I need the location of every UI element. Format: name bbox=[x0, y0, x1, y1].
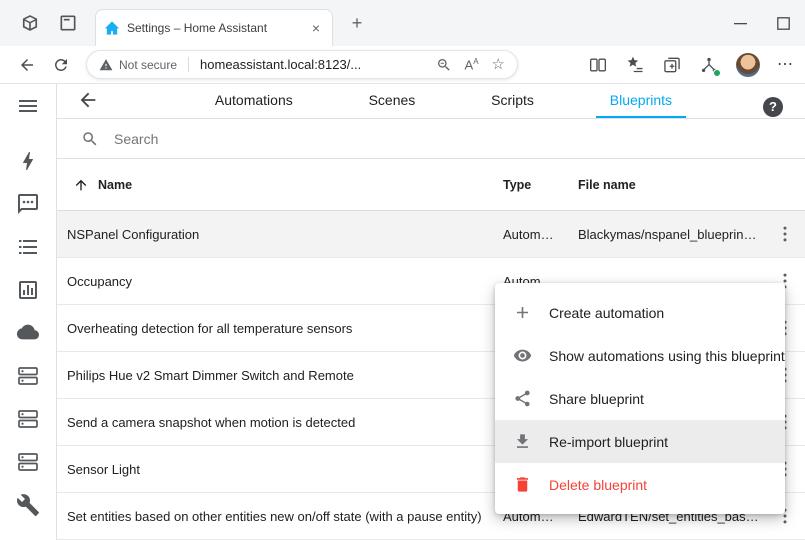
browser-tab[interactable]: Settings – Home Assistant × bbox=[95, 9, 333, 46]
menu-item-share-blueprint[interactable]: Share blueprint bbox=[495, 377, 785, 420]
toolbar-right: ⋯ bbox=[588, 53, 793, 77]
sidebar-cloud-icon[interactable] bbox=[16, 321, 40, 345]
tab-automations[interactable]: Automations bbox=[201, 84, 307, 118]
column-header-name[interactable]: Name bbox=[57, 177, 503, 193]
collections-icon[interactable] bbox=[662, 55, 682, 75]
blueprint-context-menu: Create automation Show automations using… bbox=[495, 283, 785, 514]
browser-essentials-icon[interactable] bbox=[699, 55, 719, 75]
address-bar[interactable]: Not secure homeassistant.local:8123/... … bbox=[86, 50, 518, 79]
status-dot bbox=[713, 69, 721, 77]
back-icon[interactable] bbox=[10, 50, 44, 80]
row-name: Overheating detection for all temperatur… bbox=[57, 321, 503, 336]
sidebar-server-icon-2[interactable] bbox=[16, 407, 40, 431]
sidebar-energy-icon[interactable] bbox=[16, 149, 40, 173]
menu-item-label: Create automation bbox=[549, 305, 664, 321]
security-label[interactable]: Not secure bbox=[119, 58, 177, 72]
tab-scripts[interactable]: Scripts bbox=[477, 84, 548, 118]
tab-title: Settings – Home Assistant bbox=[127, 21, 301, 35]
sidebar-history-icon[interactable] bbox=[16, 278, 40, 302]
read-aloud-icon[interactable]: AA bbox=[465, 58, 479, 71]
menu-item-label: Re-import blueprint bbox=[549, 434, 668, 450]
row-name: Send a camera snapshot when motion is de… bbox=[57, 415, 503, 430]
browser-titlebar: Settings – Home Assistant × + bbox=[0, 0, 805, 46]
row-name: Occupancy bbox=[57, 274, 503, 289]
share-icon bbox=[513, 389, 532, 408]
refresh-icon[interactable] bbox=[44, 50, 78, 80]
row-name: NSPanel Configuration bbox=[57, 227, 503, 242]
profile-avatar[interactable] bbox=[736, 53, 760, 77]
ha-search-bar bbox=[57, 119, 805, 159]
search-input[interactable] bbox=[114, 131, 805, 147]
sidebar-todo-list-icon[interactable] bbox=[16, 235, 40, 259]
not-secure-warning-icon[interactable] bbox=[99, 58, 113, 72]
row-name: Set entities based on other entities new… bbox=[57, 509, 503, 524]
sidebar-menu-icon[interactable] bbox=[16, 94, 40, 118]
workspaces-icon[interactable] bbox=[20, 13, 40, 33]
row-type: Autom… bbox=[503, 227, 578, 242]
window-controls bbox=[719, 0, 805, 46]
row-file: Blackymas/nspanel_blueprin… bbox=[578, 227, 765, 242]
table-row[interactable]: NSPanel Configuration Autom… Blackymas/n… bbox=[57, 211, 805, 258]
favorites-icon[interactable] bbox=[625, 55, 645, 75]
search-icon bbox=[81, 130, 99, 148]
tab-scenes[interactable]: Scenes bbox=[355, 84, 430, 118]
trash-icon bbox=[513, 475, 532, 494]
zoom-icon[interactable] bbox=[436, 57, 452, 73]
help-icon[interactable]: ? bbox=[763, 97, 783, 117]
sidebar-assist-icon[interactable] bbox=[16, 192, 40, 216]
row-name: Philips Hue v2 Smart Dimmer Switch and R… bbox=[57, 368, 503, 383]
maximize-button[interactable] bbox=[762, 0, 805, 46]
minimize-button[interactable] bbox=[719, 0, 762, 46]
tab-close-icon[interactable]: × bbox=[308, 20, 324, 36]
menu-item-label: Show automations using this blueprint bbox=[549, 348, 785, 364]
sidebar-server-icon-1[interactable] bbox=[16, 364, 40, 388]
table-header-row: Name Type File name bbox=[57, 159, 805, 211]
tab-actions-icon[interactable] bbox=[58, 13, 78, 33]
browser-toolbar: Not secure homeassistant.local:8123/... … bbox=[0, 46, 805, 84]
address-divider bbox=[188, 57, 189, 72]
menu-item-delete-blueprint[interactable]: Delete blueprint bbox=[495, 463, 785, 506]
sidebar-server-icon-3[interactable] bbox=[16, 450, 40, 474]
column-header-file[interactable]: File name bbox=[578, 178, 765, 192]
address-actions: AA ☆ bbox=[436, 57, 505, 73]
home-assistant-favicon bbox=[104, 20, 120, 36]
new-tab-button[interactable]: + bbox=[345, 12, 369, 36]
row-name: Sensor Light bbox=[57, 462, 503, 477]
tab-blueprints[interactable]: Blueprints bbox=[596, 84, 686, 118]
column-header-type[interactable]: Type bbox=[503, 178, 578, 192]
menu-item-label: Delete blueprint bbox=[549, 477, 647, 493]
split-screen-icon[interactable] bbox=[588, 55, 608, 75]
eye-icon bbox=[513, 346, 532, 365]
row-kebab-icon[interactable] bbox=[775, 224, 795, 244]
browser-menu-icon[interactable]: ⋯ bbox=[777, 57, 793, 73]
ha-sidebar bbox=[0, 84, 57, 540]
browser-window: Settings – Home Assistant × + Not secure bbox=[0, 0, 805, 540]
menu-item-label: Share blueprint bbox=[549, 391, 644, 407]
url-text[interactable]: homeassistant.local:8123/... bbox=[200, 57, 430, 72]
menu-item-show-automations[interactable]: Show automations using this blueprint bbox=[495, 334, 785, 377]
plus-icon bbox=[513, 303, 532, 322]
menu-item-create-automation[interactable]: Create automation bbox=[495, 291, 785, 334]
menu-item-reimport-blueprint[interactable]: Re-import blueprint bbox=[495, 420, 785, 463]
sidebar-tools-icon[interactable] bbox=[16, 493, 40, 517]
ha-tabs: Automations Scenes Scripts Blueprints bbox=[177, 84, 710, 118]
ha-back-icon[interactable] bbox=[77, 89, 101, 113]
favorite-star-icon[interactable]: ☆ bbox=[492, 57, 505, 72]
download-icon bbox=[513, 432, 532, 451]
sort-ascending-icon bbox=[73, 177, 89, 193]
ha-header: Automations Scenes Scripts Blueprints ? bbox=[57, 84, 805, 119]
